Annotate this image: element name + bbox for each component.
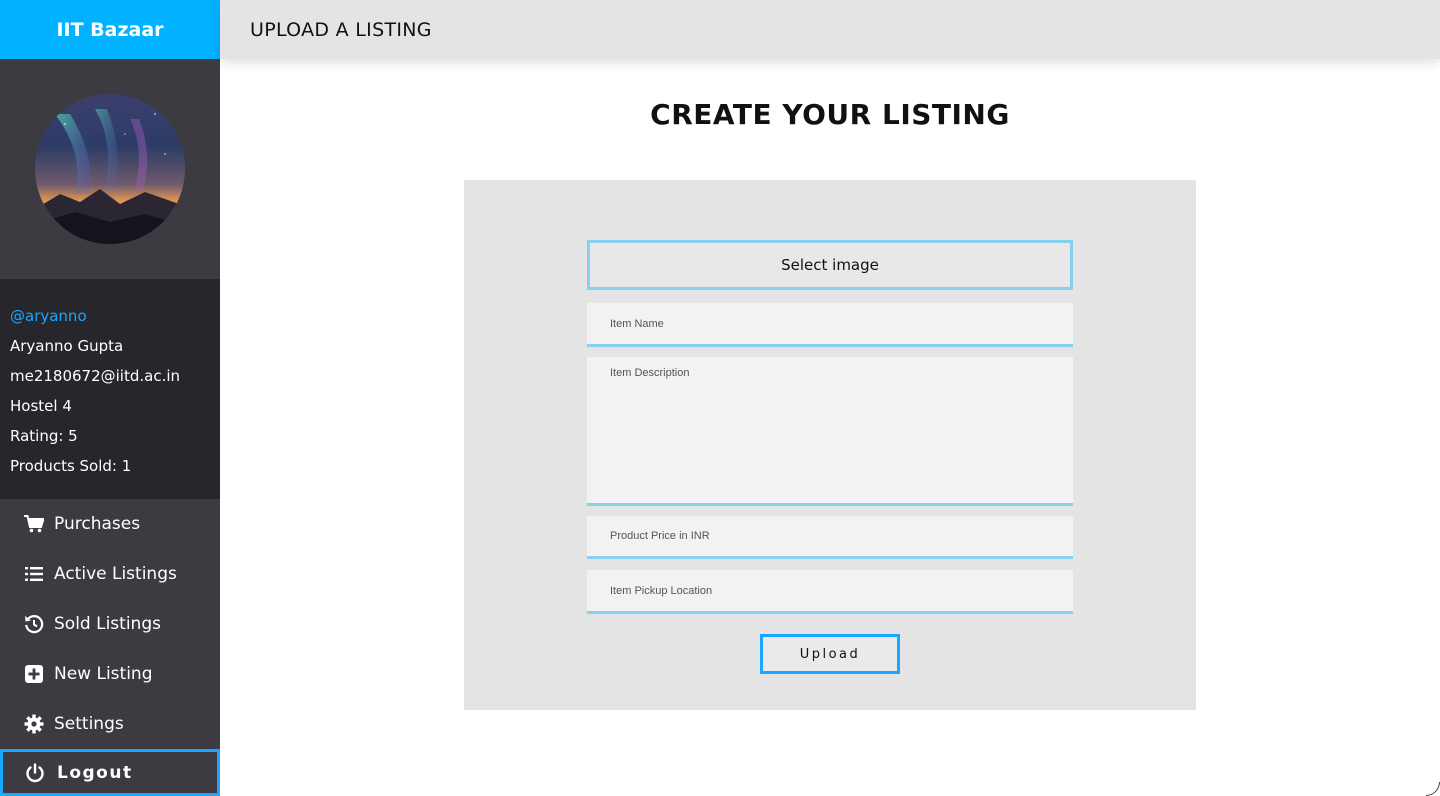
history-icon — [24, 614, 44, 634]
listing-form: Select image Upload — [464, 180, 1196, 710]
profile-products-sold: Products Sold: 1 — [10, 457, 132, 475]
page-header-title: UPLOAD A LISTING — [250, 18, 432, 41]
profile-rating: Rating: 5 — [10, 427, 78, 445]
logout-button[interactable]: Logout — [0, 749, 220, 796]
sidebar-item-settings[interactable]: Settings — [0, 699, 220, 749]
item-description-input[interactable] — [587, 357, 1073, 506]
sidebar-item-active-listings[interactable]: Active Listings — [0, 549, 220, 599]
item-name-input[interactable] — [587, 303, 1073, 347]
pickup-location-input[interactable] — [587, 570, 1073, 614]
profile-handle: @aryanno — [10, 307, 87, 325]
sidebar: @aryanno Aryanno Gupta me2180672@iitd.ac… — [0, 59, 220, 796]
list-icon — [24, 564, 44, 584]
window-corner — [1426, 782, 1440, 796]
gear-icon — [24, 714, 44, 734]
profile-hostel: Hostel 4 — [10, 397, 72, 415]
sidebar-item-label: Active Listings — [54, 564, 177, 584]
profile-email: me2180672@iitd.ac.in — [10, 367, 181, 385]
cart-icon — [24, 514, 44, 534]
sidebar-item-label: Sold Listings — [54, 614, 161, 634]
avatar — [35, 94, 185, 244]
sidebar-nav: Purchases Active Listings Sold Listings … — [0, 499, 220, 749]
select-image-button[interactable]: Select image — [587, 240, 1073, 290]
avatar-container — [0, 59, 220, 279]
sidebar-item-label: New Listing — [54, 664, 153, 684]
logout-label: Logout — [57, 762, 133, 783]
profile-info: @aryanno Aryanno Gupta me2180672@iitd.ac… — [0, 279, 220, 499]
plus-square-icon — [24, 664, 44, 684]
upload-button[interactable]: Upload — [760, 634, 900, 674]
price-input[interactable] — [587, 516, 1073, 559]
page-title: CREATE YOUR LISTING — [650, 98, 1010, 131]
sidebar-item-label: Purchases — [54, 514, 141, 534]
brand-name: IIT Bazaar — [56, 18, 164, 41]
sidebar-item-label: Settings — [54, 714, 124, 734]
sidebar-item-purchases[interactable]: Purchases — [0, 499, 220, 549]
sidebar-item-sold-listings[interactable]: Sold Listings — [0, 599, 220, 649]
brand-logo[interactable]: IIT Bazaar — [0, 0, 220, 59]
power-icon — [25, 762, 45, 783]
sidebar-item-new-listing[interactable]: New Listing — [0, 649, 220, 699]
profile-name: Aryanno Gupta — [10, 337, 124, 355]
top-bar: UPLOAD A LISTING — [220, 0, 1440, 59]
avatar-image — [35, 94, 185, 244]
